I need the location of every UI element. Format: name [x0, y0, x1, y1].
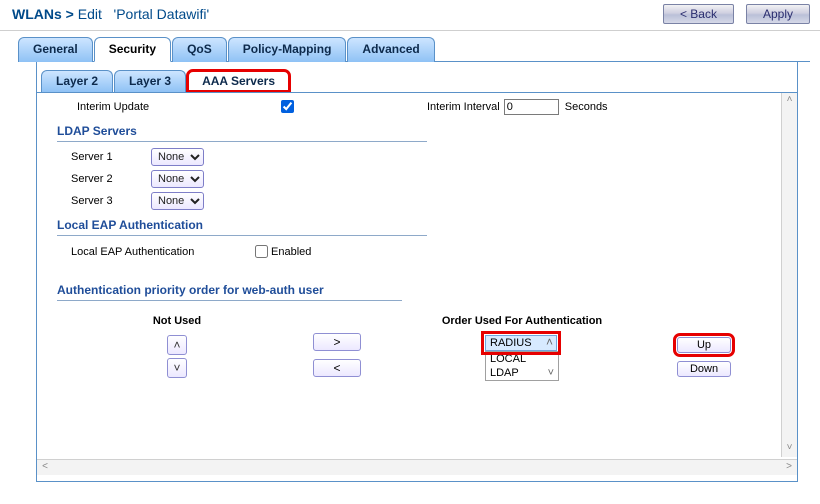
- scroll-left-icon[interactable]: ˂: [37, 460, 53, 475]
- breadcrumb-root: WLANs: [12, 6, 62, 22]
- interim-update-label: Interim Update: [77, 101, 277, 113]
- interim-update-checkbox[interactable]: [281, 100, 294, 113]
- wlan-name: 'Portal Datawifi': [114, 6, 210, 22]
- order-item-local[interactable]: LOCAL: [486, 352, 558, 366]
- order-used-heading: Order Used For Authentication: [407, 315, 637, 327]
- auth-priority-heading: Authentication priority order for web-au…: [57, 283, 402, 301]
- local-eap-enabled-checkbox[interactable]: [255, 245, 268, 258]
- local-eap-auth-label: Local EAP Authentication: [71, 246, 251, 258]
- tab-qos[interactable]: QoS: [172, 37, 227, 62]
- ldap-servers-heading: LDAP Servers: [57, 124, 427, 142]
- horizontal-scrollbar[interactable]: ˂ ˃: [37, 459, 797, 475]
- scroll-down-icon[interactable]: ˅: [782, 441, 797, 457]
- page-title: WLANs > Edit 'Portal Datawifi': [12, 6, 651, 22]
- ldap-server3-select[interactable]: None: [151, 192, 204, 210]
- ldap-server2-label: Server 2: [71, 173, 151, 185]
- subtab-layer3[interactable]: Layer 3: [114, 70, 186, 92]
- local-eap-heading: Local EAP Authentication: [57, 218, 427, 236]
- order-item-ldap[interactable]: LDAP: [486, 366, 558, 380]
- not-used-heading: Not Used: [87, 315, 267, 327]
- vertical-scrollbar[interactable]: ˄ ˅: [781, 93, 797, 457]
- move-right-button[interactable]: >: [313, 333, 361, 351]
- ldap-server3-label: Server 3: [71, 195, 151, 207]
- order-down-button[interactable]: Down: [677, 361, 731, 377]
- tab-general[interactable]: General: [18, 37, 93, 62]
- not-used-up-button[interactable]: ˄: [167, 335, 187, 355]
- subtab-layer2[interactable]: Layer 2: [41, 70, 113, 92]
- move-left-button[interactable]: <: [313, 359, 361, 377]
- interim-interval-unit: Seconds: [565, 101, 608, 113]
- tab-security[interactable]: Security: [94, 37, 171, 62]
- scroll-right-icon[interactable]: ˃: [781, 460, 797, 475]
- interim-interval-label: Interim Interval: [427, 101, 500, 113]
- back-button[interactable]: < Back: [663, 4, 734, 24]
- tab-advanced[interactable]: Advanced: [347, 37, 434, 62]
- scroll-up-icon[interactable]: ˄: [782, 93, 797, 109]
- ldap-server2-select[interactable]: None: [151, 170, 204, 188]
- local-eap-enabled-text: Enabled: [271, 246, 311, 258]
- not-used-down-button[interactable]: ˅: [167, 358, 187, 378]
- apply-button[interactable]: Apply: [746, 4, 810, 24]
- order-item-radius[interactable]: RADIUS: [485, 335, 557, 351]
- order-up-button[interactable]: Up: [677, 337, 731, 353]
- breadcrumb-action: Edit: [78, 6, 102, 22]
- ldap-server1-label: Server 1: [71, 151, 151, 163]
- tab-policy-mapping[interactable]: Policy-Mapping: [228, 37, 347, 62]
- subtab-aaa-servers[interactable]: AAA Servers: [187, 70, 290, 92]
- interim-interval-input[interactable]: [504, 99, 559, 115]
- ldap-server1-select[interactable]: None: [151, 148, 204, 166]
